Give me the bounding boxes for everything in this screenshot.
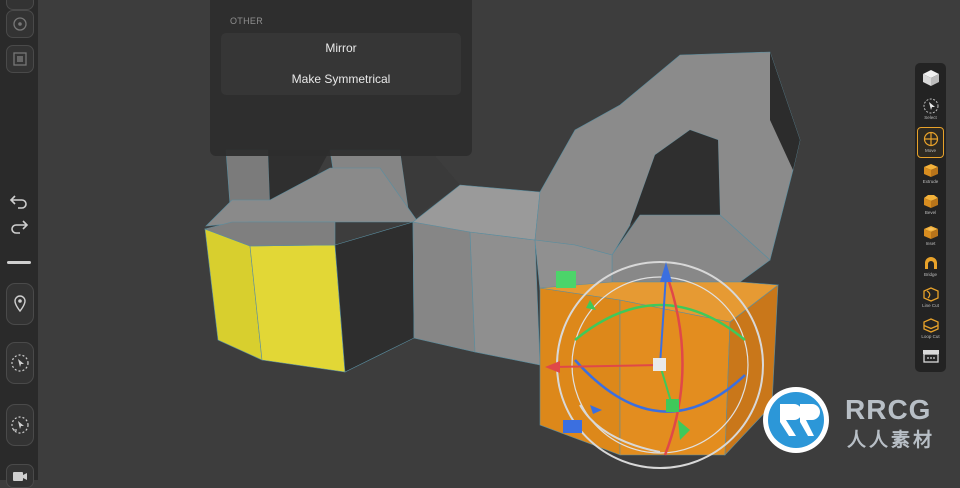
watermark-logo-icon: [763, 387, 829, 453]
tool-label-bridge: Bridge: [923, 272, 937, 277]
menu-section-header: OTHER: [230, 16, 263, 26]
wireframe-icon: [13, 52, 27, 66]
select-add-icon: [11, 354, 29, 372]
edit-menu-panel: OTHER Mirror Make Symmetrical: [210, 0, 472, 156]
3d-viewport[interactable]: OTHER Mirror Make Symmetrical Select Mov…: [0, 0, 960, 488]
tool-line-cut[interactable]: Line Cut: [917, 283, 944, 312]
redo-icon[interactable]: [9, 218, 29, 234]
add-select-button[interactable]: [6, 342, 34, 384]
undo-icon[interactable]: [9, 193, 29, 209]
bridge-icon: [924, 257, 937, 269]
select-subtract-icon: [11, 416, 29, 434]
menu-group-other: Mirror Make Symmetrical: [221, 33, 461, 95]
snap-button[interactable]: [6, 10, 34, 38]
right-toolbar: Select Move Extrude Bevel Inset Bridge L…: [915, 63, 946, 372]
watermark-subtitle: 人人素材: [847, 430, 936, 451]
bevel-icon: [923, 195, 938, 208]
more-menu-icon: [922, 350, 939, 363]
tool-label-select: Select: [924, 115, 937, 120]
cube-icon: [922, 70, 939, 86]
left-toolbar: [0, 0, 38, 488]
loop-cut-icon: [922, 318, 939, 333]
tool-label-inset: Inset: [925, 241, 936, 246]
extrude-icon: [923, 164, 938, 177]
top-tool-button[interactable]: [6, 0, 34, 10]
tool-loop-cut[interactable]: Loop Cut: [917, 314, 944, 343]
tool-label-extrude: Extrude: [922, 179, 939, 184]
location-pin-icon: [14, 295, 26, 313]
select-cursor-icon: [923, 98, 938, 114]
tool-label-line-cut: Line Cut: [922, 303, 939, 308]
move-gizmo-icon: [923, 131, 938, 147]
mirror-menu-item[interactable]: Mirror: [221, 41, 461, 55]
pivot-button[interactable]: [6, 283, 34, 325]
camera-button[interactable]: [6, 464, 34, 488]
toolbar-divider: [7, 261, 31, 264]
wireframe-toggle-button[interactable]: [6, 45, 34, 73]
watermark: RRCG 人人素材: [756, 384, 956, 456]
tool-move[interactable]: Move: [917, 127, 944, 158]
mesh-back-pillar: [225, 149, 271, 206]
watermark-title: RRCG: [845, 394, 932, 425]
tool-bevel[interactable]: Bevel: [917, 190, 944, 219]
tool-label-move: Move: [924, 148, 936, 153]
tool-more[interactable]: [917, 345, 944, 374]
make-symmetrical-menu-item[interactable]: Make Symmetrical: [221, 72, 461, 86]
tool-label-bevel: Bevel: [924, 210, 937, 215]
tool-inset[interactable]: Inset: [917, 221, 944, 250]
tool-select[interactable]: Select: [917, 95, 944, 124]
tool-primitives[interactable]: [917, 65, 944, 94]
inset-icon: [923, 226, 938, 239]
tool-bridge[interactable]: Bridge: [917, 252, 944, 281]
snap-target-icon: [13, 17, 27, 31]
subtract-select-button[interactable]: [6, 404, 34, 446]
mesh-connector: [412, 221, 476, 353]
tool-extrude[interactable]: Extrude: [917, 159, 944, 188]
tool-label-loop-cut: Loop Cut: [921, 334, 940, 339]
camera-icon: [13, 472, 27, 481]
line-cut-icon: [922, 287, 939, 302]
